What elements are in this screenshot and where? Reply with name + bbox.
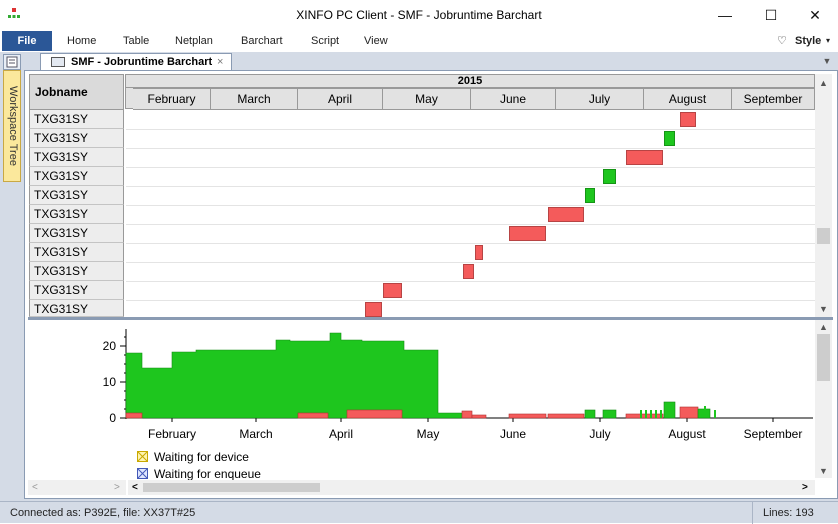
timeline-scroll-thumb[interactable]	[143, 483, 320, 492]
y-axis-tick-label: 10	[102, 375, 116, 389]
legend-label: Waiting for enqueue	[154, 467, 261, 481]
crossed-square-yellow-icon	[137, 451, 148, 462]
x-axis-tick-label: June	[499, 427, 527, 441]
line-count: Lines: 193	[752, 502, 814, 524]
y-axis-tick-label: 0	[109, 411, 116, 425]
crossed-square-blue-icon	[137, 468, 148, 479]
x-axis-tick-label: August	[668, 427, 706, 441]
y-axis-tick-label: 20	[102, 339, 116, 353]
histogram-scroll-thumb[interactable]	[817, 334, 830, 381]
scroll-left-icon[interactable]: <	[132, 480, 138, 495]
x-axis-tick-label: April	[328, 427, 353, 441]
legend-label: Waiting for device	[154, 450, 249, 464]
x-axis-tick-label: March	[239, 427, 273, 441]
scroll-down-icon[interactable]: ▼	[815, 464, 832, 478]
load-histogram	[120, 329, 813, 422]
jobname-horizontal-scrollbar[interactable]: < >	[28, 480, 126, 495]
x-axis-tick-label: September	[743, 427, 803, 441]
histogram-green-area	[125, 332, 463, 419]
x-axis-tick-label: July	[589, 427, 611, 441]
scroll-left-icon[interactable]: <	[32, 480, 38, 495]
scroll-up-icon[interactable]: ▲	[815, 320, 832, 334]
scroll-right-icon[interactable]: >	[802, 480, 808, 495]
x-axis-tick-label: May	[416, 427, 440, 441]
connection-status: Connected as: P392E, file: XX37T#25	[10, 507, 196, 519]
status-bar: Connected as: P392E, file: XX37T#25 Line…	[0, 501, 838, 524]
x-axis-tick-label: February	[147, 427, 197, 441]
scroll-right-icon[interactable]: >	[114, 480, 120, 495]
